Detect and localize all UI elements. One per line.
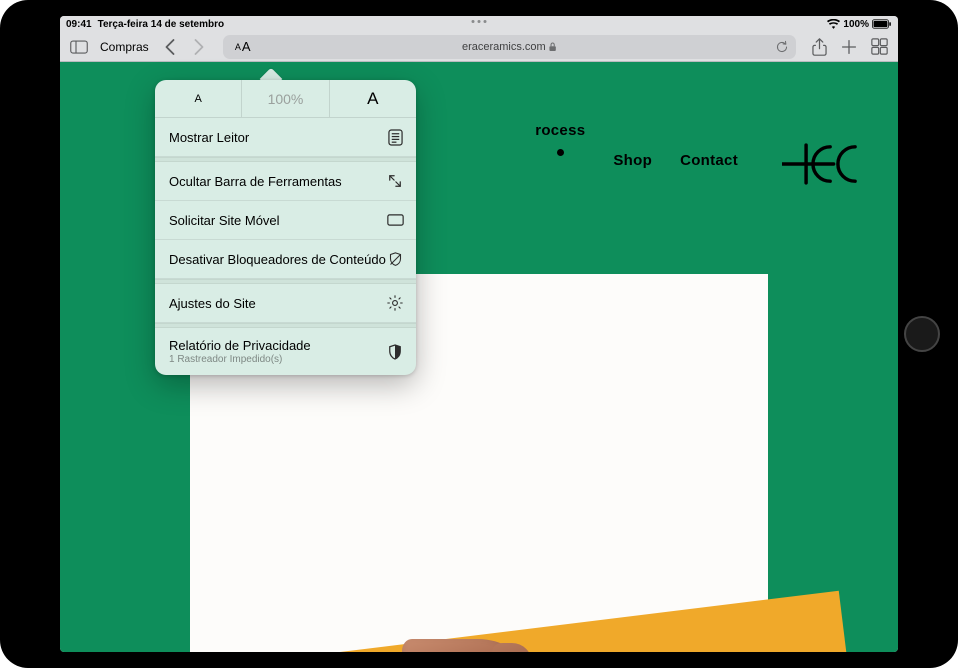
reload-button[interactable] (768, 40, 796, 54)
tabs-button[interactable] (866, 34, 892, 60)
menu-hide-toolbar[interactable]: Ocultar Barra de Ferramentas (155, 162, 416, 201)
text-size-large-icon: A (242, 39, 251, 54)
menu-site-settings[interactable]: Ajustes do Site (155, 284, 416, 323)
orange-strip (323, 591, 854, 652)
back-button[interactable] (157, 34, 183, 60)
ipad-screen: 09:41 Terça-feira 14 de setembro 100% Co… (60, 16, 898, 652)
address-bar[interactable]: A A eraceramics.com (223, 35, 796, 59)
nav-active-dot-icon (557, 149, 564, 156)
wifi-icon (827, 19, 840, 29)
lock-icon (549, 42, 557, 52)
status-date: Terça-feira 14 de setembro (98, 19, 225, 30)
expand-icon (386, 172, 404, 190)
tab-title[interactable]: Compras (96, 40, 153, 54)
zoom-in-button[interactable]: A (330, 80, 416, 117)
aa-button[interactable]: A A (223, 39, 263, 54)
menu-show-reader[interactable]: Mostrar Leitor (155, 118, 416, 157)
gear-icon (386, 294, 404, 312)
url-display: eraceramics.com (462, 41, 557, 53)
text-size-small-icon: A (235, 42, 241, 52)
reader-icon (386, 128, 404, 146)
zoom-out-button[interactable]: A (155, 80, 242, 117)
site-logo[interactable] (782, 136, 868, 192)
share-button[interactable] (806, 34, 832, 60)
new-tab-button[interactable] (836, 34, 862, 60)
nav-link-shop[interactable]: Shop (613, 152, 652, 169)
zoom-level: 100% (242, 80, 329, 117)
menu-request-mobile[interactable]: Solicitar Site Móvel (155, 201, 416, 240)
battery-icon (872, 19, 892, 29)
nav-link-contact[interactable]: Contact (680, 152, 738, 169)
sidebar-button[interactable] (66, 34, 92, 60)
safari-toolbar: Compras A A eraceramics.com (60, 32, 898, 62)
home-button[interactable] (904, 316, 940, 352)
zoom-row: A 100% A (155, 80, 416, 118)
menu-disable-blockers[interactable]: Desativar Bloqueadores de Conteúdo (155, 240, 416, 279)
privacy-shield-icon (386, 343, 404, 361)
blocker-off-icon (386, 250, 404, 268)
nav-link-process[interactable]: rocess (535, 122, 585, 139)
multitask-grabber[interactable] (472, 20, 487, 23)
battery-level: 100% (843, 19, 869, 30)
status-bar: 09:41 Terça-feira 14 de setembro 100% (60, 16, 898, 32)
status-time: 09:41 (66, 19, 92, 30)
ipad-frame: 09:41 Terça-feira 14 de setembro 100% Co… (0, 0, 958, 668)
forward-button (187, 34, 213, 60)
menu-privacy-report[interactable]: Relatório de Privacidade 1 Rastreador Im… (155, 328, 416, 375)
aa-popover: A 100% A Mostrar Leitor Ocultar Barra de… (155, 80, 416, 375)
device-icon (386, 211, 404, 229)
